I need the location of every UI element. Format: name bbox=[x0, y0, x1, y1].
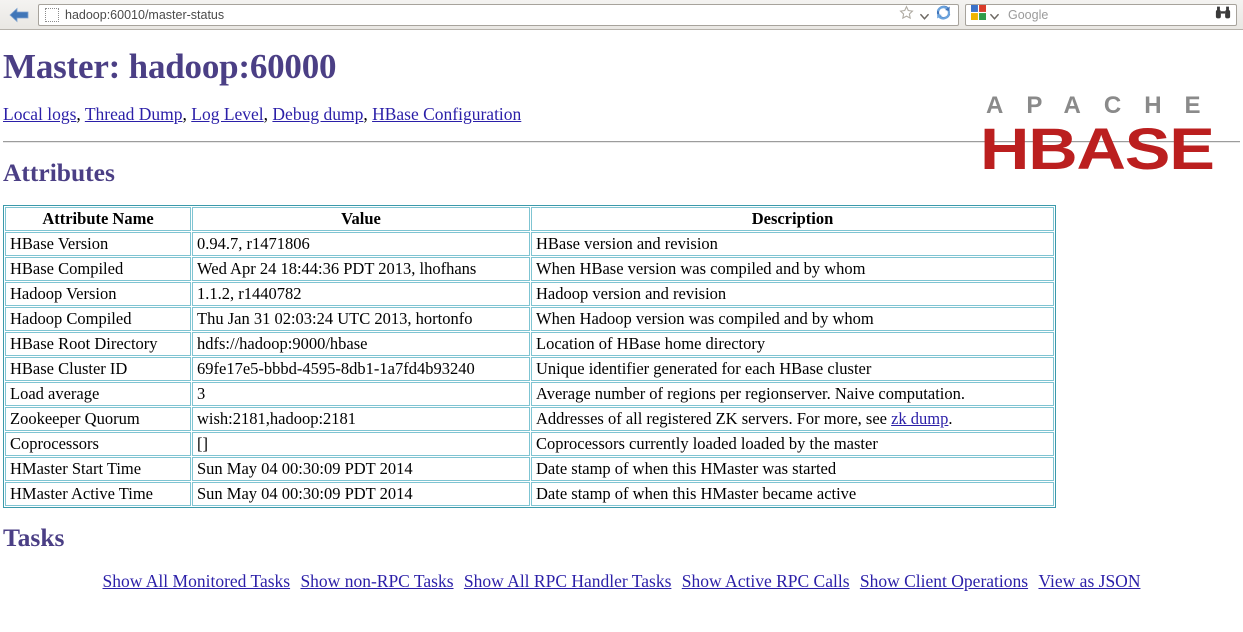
attributes-heading: Attributes bbox=[3, 158, 115, 187]
attribute-name: HMaster Start Time bbox=[5, 457, 191, 482]
attribute-description: Date stamp of when this HMaster became a… bbox=[531, 482, 1054, 507]
link-show-client-operations[interactable]: Show Client Operations bbox=[860, 571, 1028, 591]
attribute-name: Coprocessors bbox=[5, 432, 191, 457]
back-button[interactable] bbox=[6, 3, 32, 27]
attribute-value: Sun May 04 00:30:09 PDT 2014 bbox=[192, 457, 530, 482]
link-show-all-monitored-tasks[interactable]: Show All Monitored Tasks bbox=[103, 571, 291, 591]
attribute-description: Average number of regions per regionserv… bbox=[531, 382, 1054, 407]
table-row: HMaster Active Time Sun May 04 00:30:09 … bbox=[5, 482, 1054, 507]
attribute-description: When HBase version was compiled and by w… bbox=[531, 257, 1054, 282]
attribute-name: Hadoop Compiled bbox=[5, 307, 191, 332]
browser-toolbar: hadoop:60010/master-status Google bbox=[0, 0, 1243, 30]
table-row: HMaster Start Time Sun May 04 00:30:09 P… bbox=[5, 457, 1054, 482]
attribute-value: 1.1.2, r1440782 bbox=[192, 282, 530, 307]
description-suffix: . bbox=[948, 409, 953, 429]
tasks-heading: Tasks bbox=[3, 523, 65, 553]
attributes-table: Attribute Name Value Description HBase V… bbox=[3, 205, 1056, 509]
google-icon bbox=[971, 4, 986, 25]
attribute-value: [] bbox=[192, 432, 530, 457]
link-show-all-rpc-handler-tasks[interactable]: Show All RPC Handler Tasks bbox=[464, 571, 672, 591]
table-row: Hadoop Version 1.1.2, r1440782 Hadoop ve… bbox=[5, 282, 1054, 307]
page-title: Master: hadoop:60000 bbox=[3, 47, 337, 86]
attribute-name: HBase Root Directory bbox=[5, 332, 191, 357]
task-links: Show All Monitored Tasks Show non-RPC Ta… bbox=[3, 571, 1240, 591]
column-header-value: Value bbox=[192, 207, 530, 232]
url-text: hadoop:60010/master-status bbox=[65, 7, 225, 22]
attribute-name: HBase Compiled bbox=[5, 257, 191, 282]
attribute-value: 3 bbox=[192, 382, 530, 407]
reload-icon[interactable] bbox=[935, 4, 952, 26]
attribute-description: Unique identifier generated for each HBa… bbox=[531, 357, 1054, 382]
attribute-value: Sun May 04 00:30:09 PDT 2014 bbox=[192, 482, 530, 507]
link-zk-dump[interactable]: zk dump bbox=[891, 409, 948, 428]
table-header-row: Attribute Name Value Description bbox=[5, 207, 1054, 232]
attribute-name: HMaster Active Time bbox=[5, 482, 191, 507]
link-local-logs[interactable]: Local logs bbox=[3, 104, 76, 124]
table-row: HBase Root Directory hdfs://hadoop:9000/… bbox=[5, 332, 1054, 357]
chevron-down-icon[interactable] bbox=[919, 9, 930, 20]
horizontal-divider bbox=[3, 141, 1240, 143]
star-icon[interactable] bbox=[899, 4, 914, 25]
attribute-description: HBase version and revision bbox=[531, 232, 1054, 257]
back-arrow-icon bbox=[9, 7, 29, 22]
column-header-description: Description bbox=[531, 207, 1054, 232]
attribute-description: Addresses of all registered ZK servers. … bbox=[531, 407, 1054, 432]
search-input[interactable]: Google bbox=[1008, 8, 1215, 22]
separator-2: , bbox=[182, 103, 192, 124]
link-thread-dump[interactable]: Thread Dump bbox=[85, 104, 183, 124]
attribute-name: Zookeeper Quorum bbox=[5, 407, 191, 432]
attribute-value: wish:2181,hadoop:2181 bbox=[192, 407, 530, 432]
page-content: APACHE HBASE Master: hadoop:60000 Local … bbox=[0, 47, 1243, 591]
favicon-placeholder-icon bbox=[45, 7, 59, 22]
table-row: HBase Cluster ID 69fe17e5-bbbd-4595-8db1… bbox=[5, 357, 1054, 382]
attribute-name: HBase Cluster ID bbox=[5, 357, 191, 382]
attribute-description: When Hadoop version was compiled and by … bbox=[531, 307, 1054, 332]
search-chevron-down-icon[interactable] bbox=[989, 9, 1000, 20]
attribute-name: Hadoop Version bbox=[5, 282, 191, 307]
separator-1: , bbox=[76, 103, 85, 124]
attribute-description: Coprocessors currently loaded loaded by … bbox=[531, 432, 1054, 457]
table-row: Load average 3 Average number of regions… bbox=[5, 382, 1054, 407]
attribute-value: 0.94.7, r1471806 bbox=[192, 232, 530, 257]
link-show-active-rpc-calls[interactable]: Show Active RPC Calls bbox=[682, 571, 850, 591]
link-log-level[interactable]: Log Level bbox=[191, 104, 263, 124]
binoculars-icon[interactable] bbox=[1215, 5, 1231, 25]
table-row: HBase Compiled Wed Apr 24 18:44:36 PDT 2… bbox=[5, 257, 1054, 282]
link-debug-dump[interactable]: Debug dump bbox=[272, 104, 363, 124]
search-box[interactable]: Google bbox=[965, 3, 1237, 26]
attribute-name: Load average bbox=[5, 382, 191, 407]
description-prefix: Addresses of all registered ZK servers. … bbox=[536, 409, 892, 429]
attribute-description: Location of HBase home directory bbox=[531, 332, 1054, 357]
attribute-value: Wed Apr 24 18:44:36 PDT 2013, lhofhans bbox=[192, 257, 530, 282]
table-row: Zookeeper Quorum wish:2181,hadoop:2181 A… bbox=[5, 407, 1054, 432]
attribute-name: HBase Version bbox=[5, 232, 191, 257]
separator-4: , bbox=[363, 103, 373, 124]
attribute-value: 69fe17e5-bbbd-4595-8db1-1a7fd4b93240 bbox=[192, 357, 530, 382]
top-links: Local logs, Thread Dump, Log Level, Debu… bbox=[3, 103, 1240, 124]
attribute-description: Date stamp of when this HMaster was star… bbox=[531, 457, 1054, 482]
url-bar[interactable]: hadoop:60010/master-status bbox=[38, 3, 959, 26]
attribute-description: Hadoop version and revision bbox=[531, 282, 1054, 307]
attribute-value: Thu Jan 31 02:03:24 UTC 2013, hortonfo bbox=[192, 307, 530, 332]
column-header-attribute-name: Attribute Name bbox=[5, 207, 191, 232]
link-hbase-configuration[interactable]: HBase Configuration bbox=[372, 104, 521, 124]
link-show-non-rpc-tasks[interactable]: Show non-RPC Tasks bbox=[300, 571, 453, 591]
table-row: Coprocessors [] Coprocessors currently l… bbox=[5, 432, 1054, 457]
link-view-as-json[interactable]: View as JSON bbox=[1038, 571, 1140, 591]
table-row: HBase Version 0.94.7, r1471806 HBase ver… bbox=[5, 232, 1054, 257]
attribute-value: hdfs://hadoop:9000/hbase bbox=[192, 332, 530, 357]
table-row: Hadoop Compiled Thu Jan 31 02:03:24 UTC … bbox=[5, 307, 1054, 332]
